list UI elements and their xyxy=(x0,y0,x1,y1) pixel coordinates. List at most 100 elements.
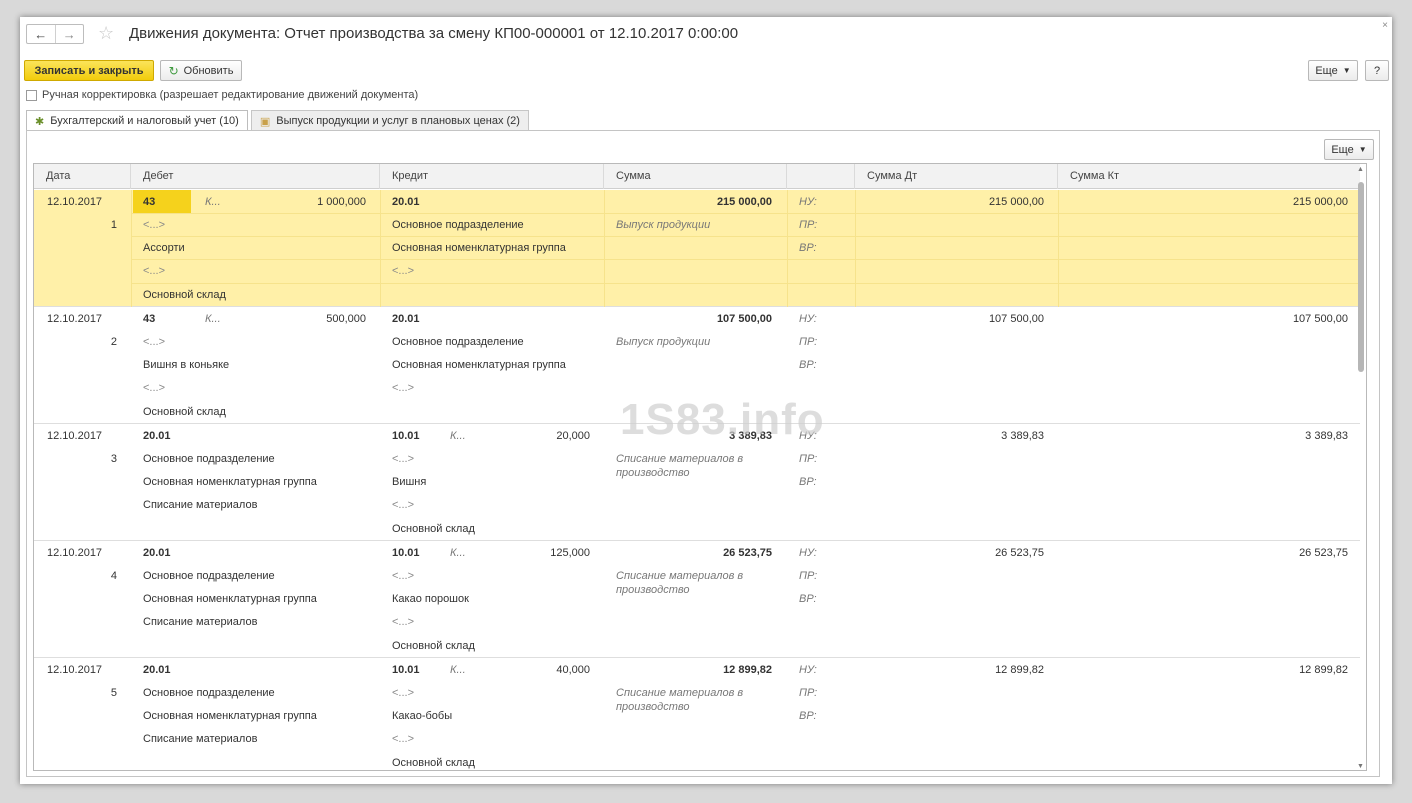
credit-subconto-2[interactable]: Какао-бобы xyxy=(392,709,452,723)
debit-subconto-3[interactable]: <...> xyxy=(143,381,165,395)
row-sum-dt[interactable]: 3 389,83 xyxy=(855,429,1044,443)
row-sum[interactable]: 215 000,00 xyxy=(604,195,772,209)
debit-account[interactable]: 20.01 xyxy=(143,546,171,560)
row-date: 12.10.2017 xyxy=(47,430,103,442)
grid-more-button[interactable]: Еще ▼ xyxy=(1324,139,1374,160)
row-sum[interactable]: 26 523,75 xyxy=(604,546,772,560)
credit-subconto-2[interactable]: Какао порошок xyxy=(392,592,469,606)
debit-subconto-2[interactable]: Вишня в коньяке xyxy=(143,358,229,372)
credit-account[interactable]: 10.01 xyxy=(392,546,420,560)
row-content[interactable]: Списание материалов в производство xyxy=(616,569,766,597)
debit-subconto-1[interactable]: Основное подразделение xyxy=(143,686,275,700)
row-sum-kt[interactable]: 3 389,83 xyxy=(1058,429,1348,443)
row-content[interactable]: Списание материалов в производство xyxy=(616,452,766,480)
refresh-button[interactable]: ↻ Обновить xyxy=(160,60,242,81)
credit-subconto-1[interactable]: Основное подразделение xyxy=(392,335,524,349)
debit-subconto-1[interactable]: Основное подразделение xyxy=(143,569,275,583)
row-content[interactable]: Списание материалов в производство xyxy=(616,686,766,714)
manual-edit-option[interactable]: Ручная корректировка (разрешает редактир… xyxy=(26,89,418,101)
debit-subconto-4[interactable]: Основной склад xyxy=(143,405,226,419)
credit-quantity[interactable]: 40,000 xyxy=(494,663,590,677)
column-header-tax-type[interactable] xyxy=(787,164,855,189)
debit-subconto-3[interactable]: Списание материалов xyxy=(143,615,257,629)
credit-subconto-3[interactable]: <...> xyxy=(392,732,414,746)
selected-cell-highlight xyxy=(133,190,191,213)
scroll-up-icon[interactable]: ▲ xyxy=(1357,166,1364,173)
credit-quantity[interactable]: 125,000 xyxy=(494,546,590,560)
debit-account[interactable]: 43 xyxy=(143,312,155,326)
credit-subconto-1[interactable]: <...> xyxy=(392,452,414,466)
debit-subconto-2[interactable]: Основная номенклатурная группа xyxy=(143,709,317,723)
scroll-down-icon[interactable]: ▼ xyxy=(1357,763,1364,770)
credit-account[interactable]: 10.01 xyxy=(392,429,420,443)
row-content[interactable]: Выпуск продукции xyxy=(616,218,766,232)
debit-subconto-1[interactable]: <...> xyxy=(143,218,165,232)
help-button[interactable]: ? xyxy=(1365,60,1389,81)
row-sum-dt[interactable]: 215 000,00 xyxy=(855,195,1044,209)
credit-subconto-4[interactable]: Основной склад xyxy=(392,522,475,536)
more-button[interactable]: Еще ▼ xyxy=(1308,60,1358,81)
tab-accounting[interactable]: ✱ Бухгалтерский и налоговый учет (10) xyxy=(26,110,248,131)
credit-subconto-1[interactable]: <...> xyxy=(392,569,414,583)
column-header-sum-kt[interactable]: Сумма Кт xyxy=(1058,164,1360,189)
credit-subconto-2[interactable]: Основная номенклатурная группа xyxy=(392,358,566,372)
credit-subconto-3[interactable]: <...> xyxy=(392,264,414,278)
table-row[interactable]: 12.10.2017 5 20.01 Основное подразделени… xyxy=(34,658,1360,770)
column-header-date[interactable]: Дата xyxy=(34,164,131,189)
credit-subconto-3[interactable]: <...> xyxy=(392,381,414,395)
row-sum-kt[interactable]: 107 500,00 xyxy=(1058,312,1348,326)
save-and-close-button[interactable]: Записать и закрыть xyxy=(24,60,154,81)
tab-label: Выпуск продукции и услуг в плановых цена… xyxy=(276,115,520,127)
credit-account[interactable]: 20.01 xyxy=(392,195,420,209)
table-row[interactable]: 12.10.2017 4 20.01 Основное подразделени… xyxy=(34,541,1360,658)
debit-subconto-2[interactable]: Основная номенклатурная группа xyxy=(143,475,317,489)
debit-quantity[interactable]: 500,000 xyxy=(254,312,366,326)
row-sum-kt[interactable]: 26 523,75 xyxy=(1058,546,1348,560)
column-header-debit[interactable]: Дебет xyxy=(131,164,380,189)
manual-edit-checkbox[interactable] xyxy=(26,89,37,101)
credit-subconto-1[interactable]: <...> xyxy=(392,686,414,700)
credit-account[interactable]: 10.01 xyxy=(392,663,420,677)
tab-planned-prices[interactable]: ▣ Выпуск продукции и услуг в плановых це… xyxy=(250,110,529,131)
row-sum-dt[interactable]: 12 899,82 xyxy=(855,663,1044,677)
debit-quantity[interactable]: 1 000,000 xyxy=(254,195,366,209)
close-icon[interactable]: × xyxy=(1382,20,1388,31)
credit-subconto-1[interactable]: Основное подразделение xyxy=(392,218,524,232)
debit-account[interactable]: 20.01 xyxy=(143,663,171,677)
table-row[interactable]: 12.10.2017 1 43 К... 1 000,000 <...> Асс… xyxy=(34,190,1360,307)
credit-subconto-2[interactable]: Основная номенклатурная группа xyxy=(392,241,566,255)
column-header-credit[interactable]: Кредит xyxy=(380,164,604,189)
row-sum-kt[interactable]: 215 000,00 xyxy=(1058,195,1348,209)
back-arrow-icon[interactable]: ← xyxy=(27,25,55,43)
credit-quantity-label: К... xyxy=(450,430,466,442)
column-header-sum-dt[interactable]: Сумма Дт xyxy=(855,164,1058,189)
credit-subconto-3[interactable]: <...> xyxy=(392,615,414,629)
credit-subconto-4[interactable]: Основной склад xyxy=(392,639,475,653)
debit-subconto-2[interactable]: Ассорти xyxy=(143,241,185,255)
row-sum-kt[interactable]: 12 899,82 xyxy=(1058,663,1348,677)
credit-subconto-3[interactable]: <...> xyxy=(392,498,414,512)
debit-subconto-1[interactable]: <...> xyxy=(143,335,165,349)
row-sum[interactable]: 107 500,00 xyxy=(604,312,772,326)
star-icon[interactable]: ☆ xyxy=(98,23,114,43)
vertical-scrollbar[interactable]: ▲ ▼ xyxy=(1357,166,1364,770)
credit-subconto-4[interactable]: Основной склад xyxy=(392,756,475,770)
row-content[interactable]: Выпуск продукции xyxy=(616,335,766,349)
debit-account[interactable]: 43 xyxy=(143,195,155,209)
credit-quantity[interactable]: 20,000 xyxy=(494,429,590,443)
row-sum[interactable]: 12 899,82 xyxy=(604,663,772,677)
column-header-sum[interactable]: Сумма xyxy=(604,164,787,189)
debit-subconto-3[interactable]: Списание материалов xyxy=(143,732,257,746)
debit-subconto-3[interactable]: <...> xyxy=(143,264,165,278)
row-sum-dt[interactable]: 26 523,75 xyxy=(855,546,1044,560)
row-sum-dt[interactable]: 107 500,00 xyxy=(855,312,1044,326)
credit-subconto-2[interactable]: Вишня xyxy=(392,475,426,489)
debit-subconto-2[interactable]: Основная номенклатурная группа xyxy=(143,592,317,606)
debit-subconto-4[interactable]: Основной склад xyxy=(143,288,226,302)
debit-subconto-3[interactable]: Списание материалов xyxy=(143,498,257,512)
debit-subconto-1[interactable]: Основное подразделение xyxy=(143,452,275,466)
scrollbar-thumb[interactable] xyxy=(1358,182,1364,372)
debit-account[interactable]: 20.01 xyxy=(143,429,171,443)
forward-arrow-icon[interactable]: → xyxy=(54,25,84,43)
credit-account[interactable]: 20.01 xyxy=(392,312,420,326)
